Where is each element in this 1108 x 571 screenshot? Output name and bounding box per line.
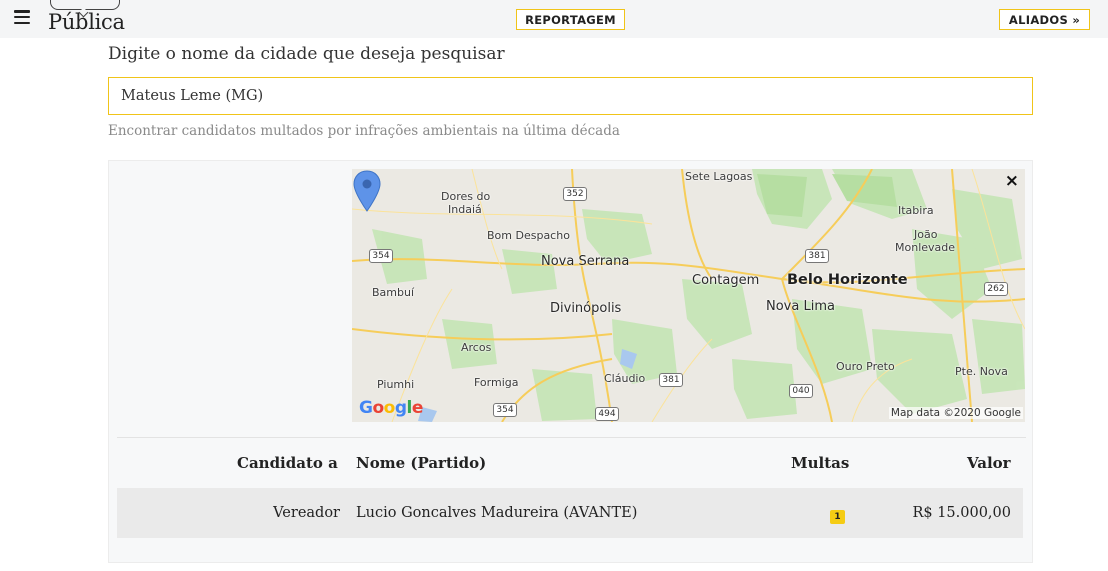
map-label-itabira: Itabira xyxy=(898,204,934,217)
column-header-candidato: Candidato a xyxy=(237,454,338,472)
route-shield: 262 xyxy=(984,282,1008,296)
map-label-joao-monlevade: João xyxy=(914,228,938,241)
map-label-arcos: Arcos xyxy=(461,341,492,354)
city-map[interactable]: Sete Lagoas Dores do Indaiá Bom Despacho… xyxy=(352,169,1025,422)
route-shield: 354 xyxy=(493,403,517,417)
publica-logo[interactable]: Pública xyxy=(46,0,126,38)
route-shield: 381 xyxy=(659,373,683,387)
top-navbar: Pública REPORTAGEM ALIADOS » xyxy=(0,0,1108,38)
divider xyxy=(117,437,1026,438)
map-pin-icon[interactable] xyxy=(352,169,382,213)
map-attribution[interactable]: Map data ©2020 Google xyxy=(888,407,1023,419)
map-label-contagem: Contagem xyxy=(692,273,760,288)
route-shield: 354 xyxy=(369,249,393,263)
search-label: Digite o nome da cidade que deseja pesqu… xyxy=(108,44,505,64)
map-label-ouro-preto: Ouro Preto xyxy=(836,360,895,373)
map-label-pte-nova: Pte. Nova xyxy=(955,365,1008,378)
menu-icon[interactable] xyxy=(14,10,30,24)
map-label-bambui: Bambuí xyxy=(372,286,415,299)
cell-valor: R$ 15.000,00 xyxy=(912,505,1011,521)
cell-nome: Lucio Goncalves Madureira (AVANTE) xyxy=(356,505,638,521)
results-panel: Sete Lagoas Dores do Indaiá Bom Despacho… xyxy=(108,160,1033,563)
column-header-nome: Nome (Partido) xyxy=(356,454,487,472)
close-map-icon[interactable]: × xyxy=(1005,171,1019,191)
map-label-sete-lagoas: Sete Lagoas xyxy=(685,170,753,183)
route-shield: 040 xyxy=(789,384,813,398)
column-header-valor: Valor xyxy=(967,454,1011,472)
cell-candidato: Vereador xyxy=(273,505,340,521)
logo-text: Pública xyxy=(48,10,125,34)
map-label-divinopolis: Divinópolis xyxy=(550,301,622,316)
search-hint: Encontrar candidatos multados por infraç… xyxy=(108,123,620,139)
map-label-belo-horizonte: Belo Horizonte xyxy=(787,272,908,288)
route-shield: 494 xyxy=(595,407,619,421)
map-label-claudio: Cláudio xyxy=(604,372,646,385)
map-label-dores-do-indaia: Dores do xyxy=(441,190,491,203)
google-logo: Google xyxy=(359,398,423,418)
route-shield: 381 xyxy=(805,249,829,263)
map-label-joao-monlevade-2: Monlevade xyxy=(895,241,956,254)
route-shield: 352 xyxy=(563,187,587,201)
map-label-nova-lima: Nova Lima xyxy=(766,299,835,314)
map-label-formiga: Formiga xyxy=(474,376,519,389)
multas-badge: 1 xyxy=(830,510,845,524)
map-label-piumhi: Piumhi xyxy=(377,378,415,391)
column-header-multas: Multas xyxy=(791,454,850,472)
city-search-input[interactable] xyxy=(108,77,1033,115)
table-row[interactable]: Vereador Lucio Goncalves Madureira (AVAN… xyxy=(117,488,1023,538)
map-label-nova-serrana: Nova Serrana xyxy=(541,254,630,269)
aliados-button[interactable]: ALIADOS » xyxy=(999,9,1090,30)
reportagem-button[interactable]: REPORTAGEM xyxy=(516,9,625,30)
map-label-dores-do-indaia-2: Indaiá xyxy=(448,203,482,216)
map-label-bom-despacho: Bom Despacho xyxy=(487,229,570,242)
